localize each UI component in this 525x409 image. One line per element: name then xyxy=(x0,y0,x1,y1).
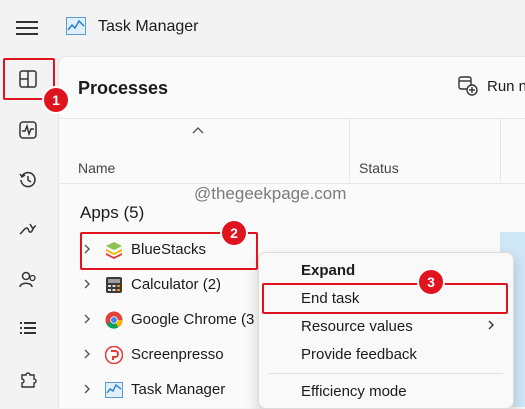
nav-details-button[interactable] xyxy=(6,309,50,347)
task-manager-icon xyxy=(105,381,123,399)
highlight-end-task xyxy=(262,283,508,314)
details-list-icon xyxy=(20,322,36,334)
menu-item-efficiency-mode[interactable]: Efficiency mode xyxy=(259,377,513,405)
group-header-apps: Apps (5) xyxy=(80,203,145,222)
page-title: Processes xyxy=(78,78,169,98)
process-name: Screenpresso xyxy=(131,346,224,363)
task-manager-icon xyxy=(66,17,86,35)
menu-item-resource-values[interactable]: Resource values xyxy=(259,312,513,340)
chevron-right-icon[interactable] xyxy=(83,278,91,293)
column-header-name[interactable]: Name xyxy=(78,160,115,176)
calculator-icon xyxy=(105,276,123,294)
menu-separator xyxy=(269,373,503,374)
services-puzzle-icon xyxy=(21,372,37,388)
column-divider[interactable] xyxy=(349,118,350,182)
chevron-right-icon[interactable] xyxy=(83,383,91,398)
history-icon xyxy=(19,171,36,188)
step-badge-1: 1 xyxy=(42,86,70,114)
column-divider[interactable] xyxy=(500,118,501,182)
process-name: Calculator (2) xyxy=(131,276,222,293)
chevron-right-icon[interactable] xyxy=(83,348,91,363)
nav-startup-apps-button[interactable] xyxy=(6,211,50,249)
nav-users-button[interactable] xyxy=(6,261,50,299)
menu-item-label: Efficiency mode xyxy=(301,383,407,400)
process-name: Google Chrome (3 xyxy=(131,311,255,328)
users-icon xyxy=(19,271,36,288)
step-badge-3: 3 xyxy=(417,268,445,296)
context-menu: Expand End task Resource values Provide … xyxy=(258,252,514,409)
step-badge-2: 2 xyxy=(220,219,248,247)
chevron-right-icon[interactable] xyxy=(83,313,91,328)
column-header-row xyxy=(59,118,525,184)
menu-item-expand[interactable]: Expand xyxy=(259,256,513,284)
chevron-right-icon xyxy=(487,318,495,334)
nav-performance-button[interactable] xyxy=(6,111,50,149)
chrome-icon xyxy=(105,311,123,329)
run-new-task-button[interactable]: Run n xyxy=(487,78,525,95)
menu-item-provide-feedback[interactable]: Provide feedback xyxy=(259,340,513,368)
column-header-status[interactable]: Status xyxy=(359,160,399,176)
hamburger-menu-icon[interactable] xyxy=(16,20,38,36)
run-new-task-icon[interactable] xyxy=(458,76,478,96)
startup-icon xyxy=(19,223,37,235)
nav-app-history-button[interactable] xyxy=(6,161,50,199)
menu-item-label: Resource values xyxy=(301,318,413,335)
screenpresso-icon xyxy=(104,345,124,365)
sort-ascending-icon xyxy=(191,122,205,137)
performance-icon xyxy=(19,121,37,139)
nav-services-button[interactable] xyxy=(6,360,50,398)
process-name: Task Manager xyxy=(131,381,226,398)
menu-item-label: Provide feedback xyxy=(301,346,417,363)
watermark-text: @thegeekpage.com xyxy=(194,184,347,203)
menu-item-label: Expand xyxy=(301,262,356,279)
window-title: Task Manager xyxy=(98,18,199,35)
